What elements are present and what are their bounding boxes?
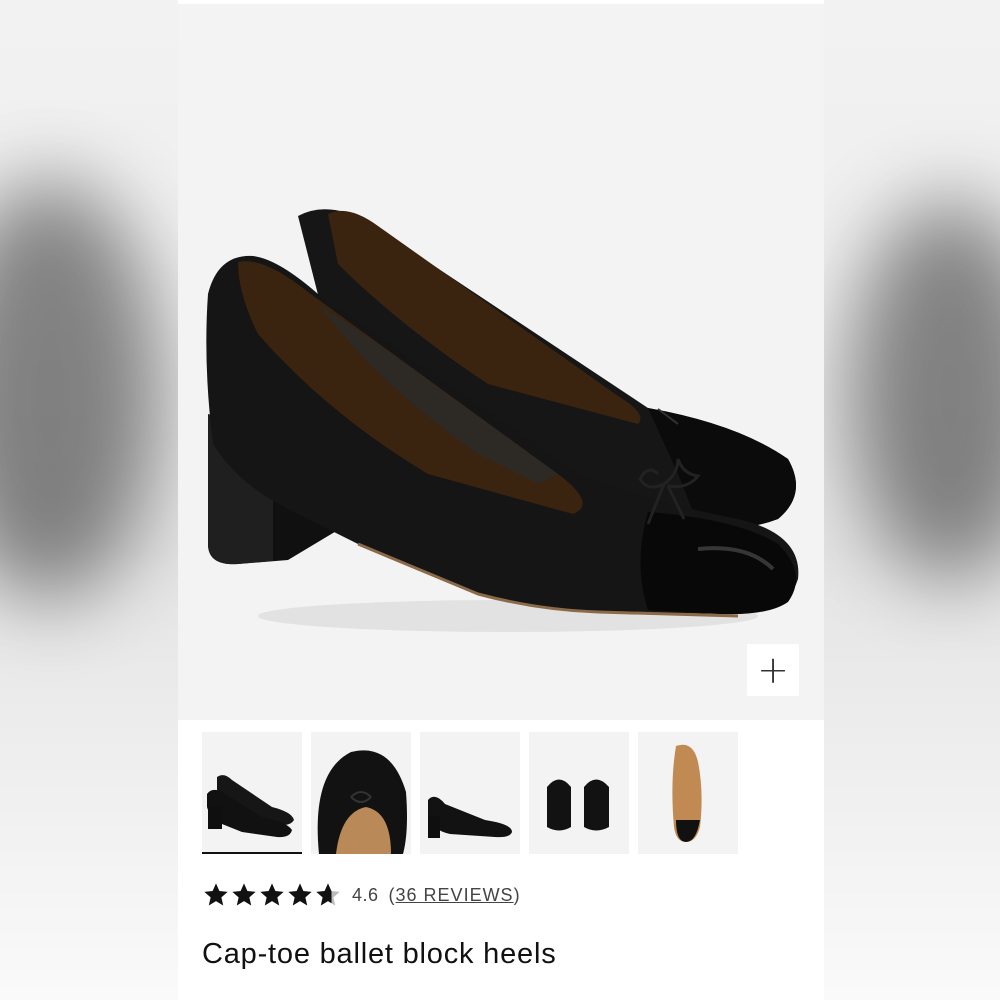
product-title: Cap-toe ballet block heels bbox=[202, 938, 557, 970]
star-icon bbox=[288, 883, 312, 906]
thumbnail-image bbox=[207, 775, 294, 838]
thumbnail-sole-view[interactable] bbox=[638, 732, 738, 854]
product-panel: + 4.6 (36 REVIEWS) Cap-toe ballet block … bbox=[178, 0, 824, 1000]
thumbnail-back-view[interactable] bbox=[529, 732, 629, 854]
reviews-count: (36 REVIEWS) bbox=[389, 885, 521, 906]
thumbnail-side-view[interactable] bbox=[420, 732, 520, 854]
rating-value: 4.6 bbox=[352, 884, 379, 905]
star-icon bbox=[232, 883, 256, 906]
shoe-pair-illustration bbox=[206, 209, 799, 632]
thumbnail-image bbox=[672, 744, 702, 842]
thumbnail-image bbox=[428, 796, 512, 838]
main-product-image[interactable]: + bbox=[178, 4, 824, 720]
half-star-icon bbox=[316, 883, 340, 906]
star-icon bbox=[204, 883, 228, 906]
star-icon bbox=[260, 883, 284, 906]
reviews-paren-open: ( bbox=[388, 884, 396, 905]
thumbnail-image bbox=[317, 750, 407, 854]
star-rating bbox=[202, 881, 342, 909]
reviews-paren-close: ) bbox=[513, 884, 521, 905]
zoom-button[interactable]: + bbox=[747, 644, 799, 696]
thumbnail-image bbox=[547, 779, 609, 831]
selected-indicator bbox=[202, 852, 302, 854]
thumbnail-pair-angle[interactable] bbox=[202, 732, 302, 854]
rating-row: 4.6 (36 REVIEWS) bbox=[202, 878, 521, 912]
reviews-link[interactable]: 36 REVIEWS bbox=[396, 885, 514, 905]
thumbnail-toe-closeup[interactable] bbox=[311, 732, 411, 854]
plus-icon: + bbox=[757, 648, 789, 692]
